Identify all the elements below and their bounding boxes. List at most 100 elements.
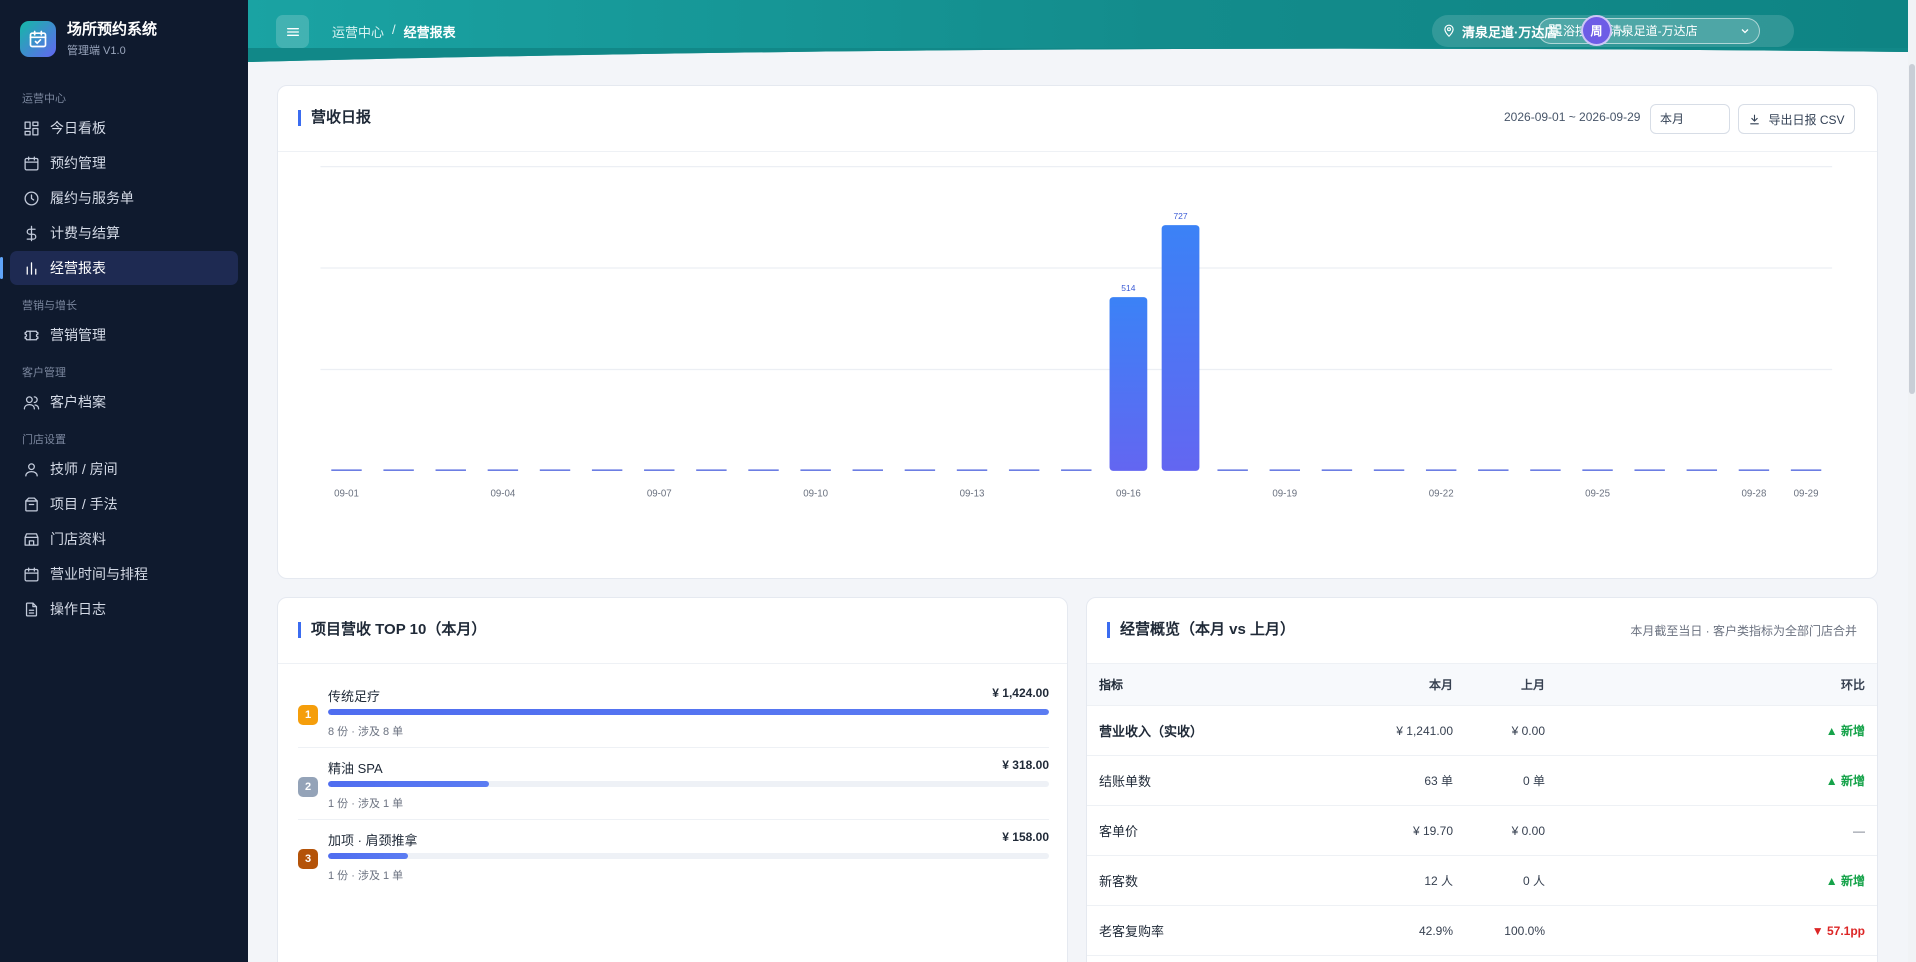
top-items-card: 项目营收 TOP 10（本月） 1 传统足疗 ¥ 1,424.00 8 份 · 涉及 … [277, 597, 1068, 962]
sidebar-item-3-2[interactable]: 门店资料 [10, 522, 238, 556]
metric-current: 12 人 [1424, 874, 1453, 888]
chart-tick-label: 09-10 [803, 488, 828, 499]
chart-bar [1530, 469, 1561, 471]
sidebar-item-1-0[interactable]: 营销管理 [10, 318, 238, 352]
sidebar-item-3-0[interactable]: 技师 / 房间 [10, 452, 238, 486]
sidebar-item-label: 履约与服务单 [50, 190, 134, 206]
page-scrollbar-thumb[interactable] [1909, 64, 1915, 394]
chart-tick-label: 09-22 [1429, 488, 1454, 499]
store-select[interactable]: 足浴按摩 · 清泉足道-万达店 [1538, 18, 1760, 44]
store-icon [22, 530, 40, 548]
hamburger-icon [286, 27, 299, 36]
chart-bar [1109, 297, 1148, 471]
sidebar: 场所预约系统 管理端 V1.0 运营中心 今日看板 预约管理 履约与服务单 计费与结算经… [0, 0, 248, 962]
sidebar-item-0-3[interactable]: 计费与结算 [10, 216, 238, 250]
item-amount: ¥ 158.00 [1002, 830, 1049, 844]
user-icon [22, 460, 40, 478]
breadcrumb: 运营中心 / 经营报表 [332, 22, 456, 41]
clock-icon [22, 189, 40, 207]
chart-bar [1217, 469, 1248, 471]
sidebar-item-label: 预约管理 [50, 155, 106, 171]
rank-badge: 2 [298, 777, 318, 797]
metric-change: ▲ 新增 [1825, 874, 1865, 888]
item-name: 加项 · 肩颈推拿 [328, 833, 418, 848]
qr-code-icon[interactable] [1548, 23, 1562, 37]
chart-bar [1686, 469, 1718, 471]
chart-tick-label: 09-19 [1272, 488, 1297, 499]
users-icon [22, 393, 40, 411]
chart-tick-label: 09-28 [1742, 488, 1767, 499]
overview-row: 客单价 ¥ 19.70 ¥ 0.00 — [1087, 806, 1877, 856]
overview-row: 营业收入（实收） ¥ 1,241.00 ¥ 0.00 ▲ 新增 [1087, 706, 1877, 756]
overview-row: 老客复购率 42.9% 100.0% ▼ 57.1pp [1087, 906, 1877, 956]
breadcrumb-current: 经营报表 [403, 25, 456, 40]
breadcrumb-separator: / [392, 22, 396, 37]
sidebar-item-0-2[interactable]: 履约与服务单 [10, 181, 238, 215]
chart-tick-label: 09-16 [1116, 488, 1141, 499]
metric-current: 42.9% [1418, 923, 1453, 938]
metric-name: 客单价 [1099, 824, 1139, 839]
app-version: 管理端 V1.0 [67, 44, 126, 57]
chart-tick-label: 09-13 [960, 488, 985, 499]
top-items-header: 项目营收 TOP 10（本月） [278, 598, 1067, 664]
chart-bar [956, 469, 988, 471]
calendar-icon [22, 565, 40, 583]
sidebar-item-label: 客户档案 [50, 394, 106, 410]
brand: 场所预约系统 管理端 V1.0 [0, 0, 248, 78]
chart-data-label: 514 [1121, 283, 1135, 293]
chart-bar [800, 469, 831, 471]
sidebar-item-0-1[interactable]: 预约管理 [10, 146, 238, 180]
row-divider [298, 819, 1049, 820]
ticket-icon [22, 326, 40, 344]
date-range-input[interactable]: 2026-09-01 ~ 2026-09-29 [1504, 110, 1640, 124]
sidebar-item-3-3[interactable]: 营业时间与排程 [10, 557, 238, 591]
chart-bar [383, 469, 414, 471]
sidebar-item-label: 操作日志 [50, 601, 106, 617]
col-metric: 指标 [1099, 678, 1124, 692]
item-share-fill [328, 709, 1049, 715]
chart-bar [1790, 469, 1822, 471]
chart-bar [1582, 469, 1613, 471]
item-detail: 1 份 · 涉及 1 单 [328, 798, 404, 810]
chart-bar [644, 469, 675, 471]
metric-previous: 0 单 [1522, 774, 1545, 788]
col-current: 本月 [1428, 678, 1453, 692]
item-detail: 1 份 · 涉及 1 单 [328, 870, 404, 882]
sidebar-item-label: 门店资料 [50, 531, 106, 547]
item-amount: ¥ 318.00 [1002, 758, 1049, 772]
sidebar-item-0-4[interactable]: 经营报表 [0, 251, 238, 285]
sidebar-item-3-1[interactable]: 项目 / 手法 [10, 487, 238, 521]
chart-bar [1634, 469, 1665, 471]
file-icon [22, 600, 40, 618]
menu-toggle-button[interactable] [276, 15, 309, 48]
overview-title: 经营概览（本月 vs 上月） [1107, 622, 1295, 638]
top-items-title: 项目营收 TOP 10（本月） [298, 622, 486, 638]
rank-badge: 1 [298, 705, 318, 725]
item-name: 精油 SPA [328, 761, 383, 776]
dashboard-icon [22, 119, 40, 137]
chart-bar [1321, 469, 1353, 471]
user-menu-chevron-icon[interactable] [1618, 26, 1628, 36]
chart-bar [1008, 469, 1040, 471]
location-pin-icon [1444, 24, 1454, 38]
period-select[interactable]: 本月 [1650, 104, 1730, 134]
sidebar-item-label: 经营报表 [50, 260, 106, 276]
breadcrumb-parent[interactable]: 运营中心 [332, 22, 384, 41]
sidebar-item-2-0[interactable]: 客户档案 [10, 385, 238, 419]
chart-tick-label: 09-29 [1794, 488, 1819, 499]
chart-tick-label: 09-25 [1585, 488, 1610, 499]
nav-group-label: 门店设置 [22, 434, 66, 446]
chevron-down-icon [1741, 29, 1749, 34]
export-csv-button[interactable]: 导出日报 CSV [1738, 104, 1855, 134]
item-share-bar [328, 781, 1049, 787]
sidebar-item-3-4[interactable]: 操作日志 [10, 592, 238, 626]
chart-bar [1161, 225, 1200, 471]
user-avatar[interactable]: 周 [1581, 15, 1612, 46]
chart-tick-label: 09-07 [647, 488, 672, 499]
sidebar-item-0-0[interactable]: 今日看板 [10, 111, 238, 145]
sidebar-item-label: 营业时间与排程 [50, 566, 148, 582]
metric-change: ▲ 新增 [1825, 774, 1865, 788]
overview-row: 结账单数 63 单 0 单 ▲ 新增 [1087, 756, 1877, 806]
chart-bar [1061, 469, 1092, 471]
overview-note: 本月截至当日 · 客户类指标为全部门店合并 [1630, 624, 1857, 638]
